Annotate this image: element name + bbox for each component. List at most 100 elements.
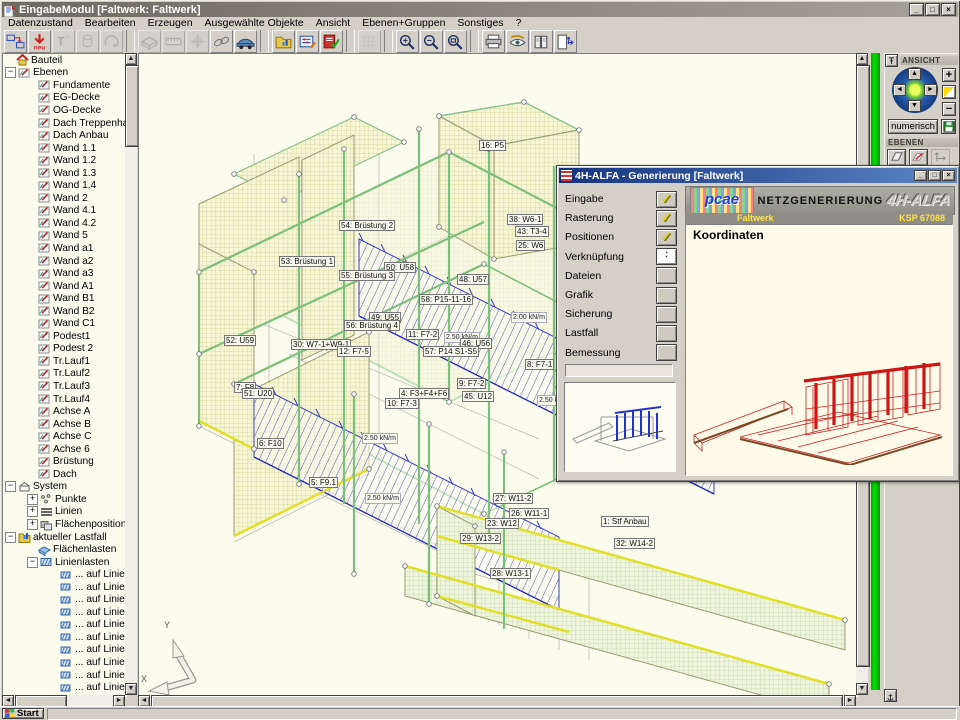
tree-item-auf-linie-5[interactable]: ... auf Linie 5 <box>3 568 126 581</box>
tree-vscrollbar[interactable]: ▲ ▼ <box>125 53 137 695</box>
tree-item-auf-linie-5[interactable]: ... auf Linie 5 <box>3 581 126 594</box>
cylinder-tool-button[interactable] <box>76 30 99 53</box>
scroll-up-icon[interactable]: ▲ <box>856 53 868 65</box>
tree-item-dach-anbau[interactable]: Dach Anbau <box>3 129 126 142</box>
ebene-3d-button[interactable] <box>887 149 906 166</box>
tree-item-eg-decke[interactable]: EG-Decke <box>3 92 126 105</box>
exit-button[interactable] <box>554 30 577 53</box>
tree-item-achse-c[interactable]: Achse C <box>3 430 126 443</box>
start-button[interactable]: Start <box>2 708 44 719</box>
tree-expander-icon[interactable]: − <box>5 481 16 492</box>
tree-item-achse-b[interactable]: Achse B <box>3 418 126 431</box>
tree-item-dach-treppenha[interactable]: Dach Treppenha <box>3 117 126 130</box>
position-grid-button[interactable] <box>296 30 319 53</box>
zoom-out-button[interactable]: − <box>942 102 956 116</box>
window-titlebar[interactable]: EingabeModul [Faltwerk: Faltwerk] _ □ × <box>2 2 958 17</box>
step-checkbox-checked[interactable]: ✓ <box>656 191 677 208</box>
save-view-button[interactable] <box>941 119 956 134</box>
step-checkbox-empty[interactable] <box>656 344 677 361</box>
tree-item-wand-2[interactable]: Wand 2 <box>3 192 126 205</box>
step-checkbox-checked[interactable]: ✓ <box>656 210 677 227</box>
ebene-edit-button[interactable] <box>909 149 928 166</box>
tree-item-system[interactable]: −System <box>3 481 126 494</box>
tree-item-wand-4-1[interactable]: Wand 4.1 <box>3 205 126 218</box>
tree-item-aktueller-lastfall[interactable]: −aktueller Lastfall <box>3 531 126 544</box>
step-indicator-active[interactable]: ∶ <box>656 248 677 265</box>
tree-item-achse-a[interactable]: Achse A <box>3 405 126 418</box>
step-checkbox-checked[interactable]: ✓ <box>656 229 677 246</box>
tree-item-wand-a1[interactable]: Wand a1 <box>3 242 126 255</box>
dialog-maximize-button[interactable]: □ <box>928 170 941 181</box>
dialog-minimize-button[interactable]: _ <box>914 170 927 181</box>
tree-item-linien[interactable]: +Linien <box>3 506 126 519</box>
shade-toggle-button[interactable] <box>942 85 956 99</box>
tree-item-fundamente[interactable]: Fundamente <box>3 79 126 92</box>
menu-item-erzeugen[interactable]: Erzeugen <box>142 17 199 29</box>
step-checkbox-empty[interactable] <box>656 267 677 284</box>
scroll-up-icon[interactable]: ▲ <box>125 53 137 65</box>
tree-expander-icon[interactable]: + <box>27 494 38 505</box>
check-book-button[interactable] <box>320 30 343 53</box>
tree-item-dach[interactable]: Dach <box>3 468 126 481</box>
rotate-tool-button[interactable] <box>100 30 123 53</box>
tree-item-podest-2[interactable]: Podest 2 <box>3 343 126 356</box>
menu-item-sonstiges[interactable]: Sonstiges <box>451 17 509 29</box>
tree-item-wand-a2[interactable]: Wand a2 <box>3 255 126 268</box>
step-checkbox-empty[interactable] <box>656 306 677 323</box>
tree-item-wand-b2[interactable]: Wand B2 <box>3 305 126 318</box>
menu-item-datenzustand[interactable]: Datenzustand <box>2 17 79 29</box>
numerisch-button[interactable]: numerisch <box>888 119 938 134</box>
dialog-close-button[interactable]: × <box>942 170 955 181</box>
tree-item-podest1[interactable]: Podest1 <box>3 330 126 343</box>
step-checkbox-empty[interactable] <box>656 325 677 342</box>
close-button[interactable]: × <box>941 3 956 16</box>
tree-item-wand-a1[interactable]: Wand A1 <box>3 280 126 293</box>
menu-item-bearbeiten[interactable]: Bearbeiten <box>79 17 142 29</box>
step-checkbox-empty[interactable] <box>656 287 677 304</box>
tree-item-tr-lauf1[interactable]: Tr.Lauf1 <box>3 355 126 368</box>
tree-expander-icon[interactable]: − <box>5 532 16 543</box>
tree-item-tr-lauf3[interactable]: Tr.Lauf3 <box>3 380 126 393</box>
tree-item-auf-linie-5[interactable]: ... auf Linie 5 <box>3 594 126 607</box>
print-button[interactable] <box>482 30 505 53</box>
tree-item-wand-1-3[interactable]: Wand 1.3 <box>3 167 126 180</box>
rotate-right-icon[interactable]: ► <box>924 84 937 96</box>
column-tool-button[interactable]: T* <box>52 30 75 53</box>
tree-item-tr-lauf4[interactable]: Tr.Lauf4 <box>3 393 126 406</box>
tree-item-fl-chenlasten[interactable]: Flächenlasten <box>3 543 126 556</box>
raster-grid-button[interactable] <box>358 30 381 53</box>
pin-button[interactable]: Ŧ <box>885 54 898 67</box>
tree-item-ebenen[interactable]: −Ebenen <box>3 67 126 80</box>
tree-item-punkte[interactable]: +Punkte <box>3 493 126 506</box>
tree-expander-icon[interactable]: + <box>27 519 38 530</box>
tree-expander-icon[interactable]: − <box>27 557 38 568</box>
tree-item-auf-linie-6[interactable]: ... auf Linie 6 <box>3 631 126 644</box>
maximize-button[interactable]: □ <box>925 3 940 16</box>
tree-item-tr-lauf2[interactable]: Tr.Lauf2 <box>3 368 126 381</box>
tree-expander-icon[interactable]: + <box>27 506 38 517</box>
tree-item-wand-1-2[interactable]: Wand 1.2 <box>3 154 126 167</box>
slab-tool-button[interactable] <box>138 30 161 53</box>
data-flow-button[interactable] <box>4 30 27 53</box>
tree-item-wand-a3[interactable]: Wand a3 <box>3 267 126 280</box>
menu-item-[interactable]: ? <box>510 17 528 29</box>
tree-item-auf-linie-6[interactable]: ... auf Linie 6 <box>3 656 126 669</box>
car-view-button[interactable] <box>234 30 257 53</box>
tree-item-br-stung[interactable]: Brüstung <box>3 456 126 469</box>
menu-item-ebenen-gruppen[interactable]: Ebenen+Gruppen <box>356 17 451 29</box>
ruler-tool-button[interactable] <box>162 30 185 53</box>
menu-item-ansicht[interactable]: Ansicht <box>310 17 356 29</box>
tree-item-bauteil[interactable]: Bauteil <box>3 54 126 67</box>
view-rotate-wheel[interactable]: ▲ ◄ ► ▼ <box>892 67 938 113</box>
new-button[interactable]: neu <box>28 30 51 53</box>
tree-item-auf-linie-7[interactable]: ... auf Linie 7 <box>3 681 126 694</box>
tree-item-auf-linie-6[interactable]: ... auf Linie 6 <box>3 644 126 657</box>
tree-item-auf-linie-6[interactable]: ... auf Linie 6 <box>3 669 126 682</box>
tree-item-auf-linie-5[interactable]: ... auf Linie 5 <box>3 619 126 632</box>
zoom-out-button[interactable] <box>420 30 443 53</box>
link-tool-button[interactable] <box>210 30 233 53</box>
dialog-titlebar[interactable]: 4H-ALFA - Generierung [Faltwerk] _ □ × <box>559 168 957 183</box>
open-folder-button[interactable] <box>272 30 295 53</box>
panel-anchor-button[interactable] <box>884 689 897 702</box>
tree-item-auf-linie-5[interactable]: ... auf Linie 5 <box>3 606 126 619</box>
